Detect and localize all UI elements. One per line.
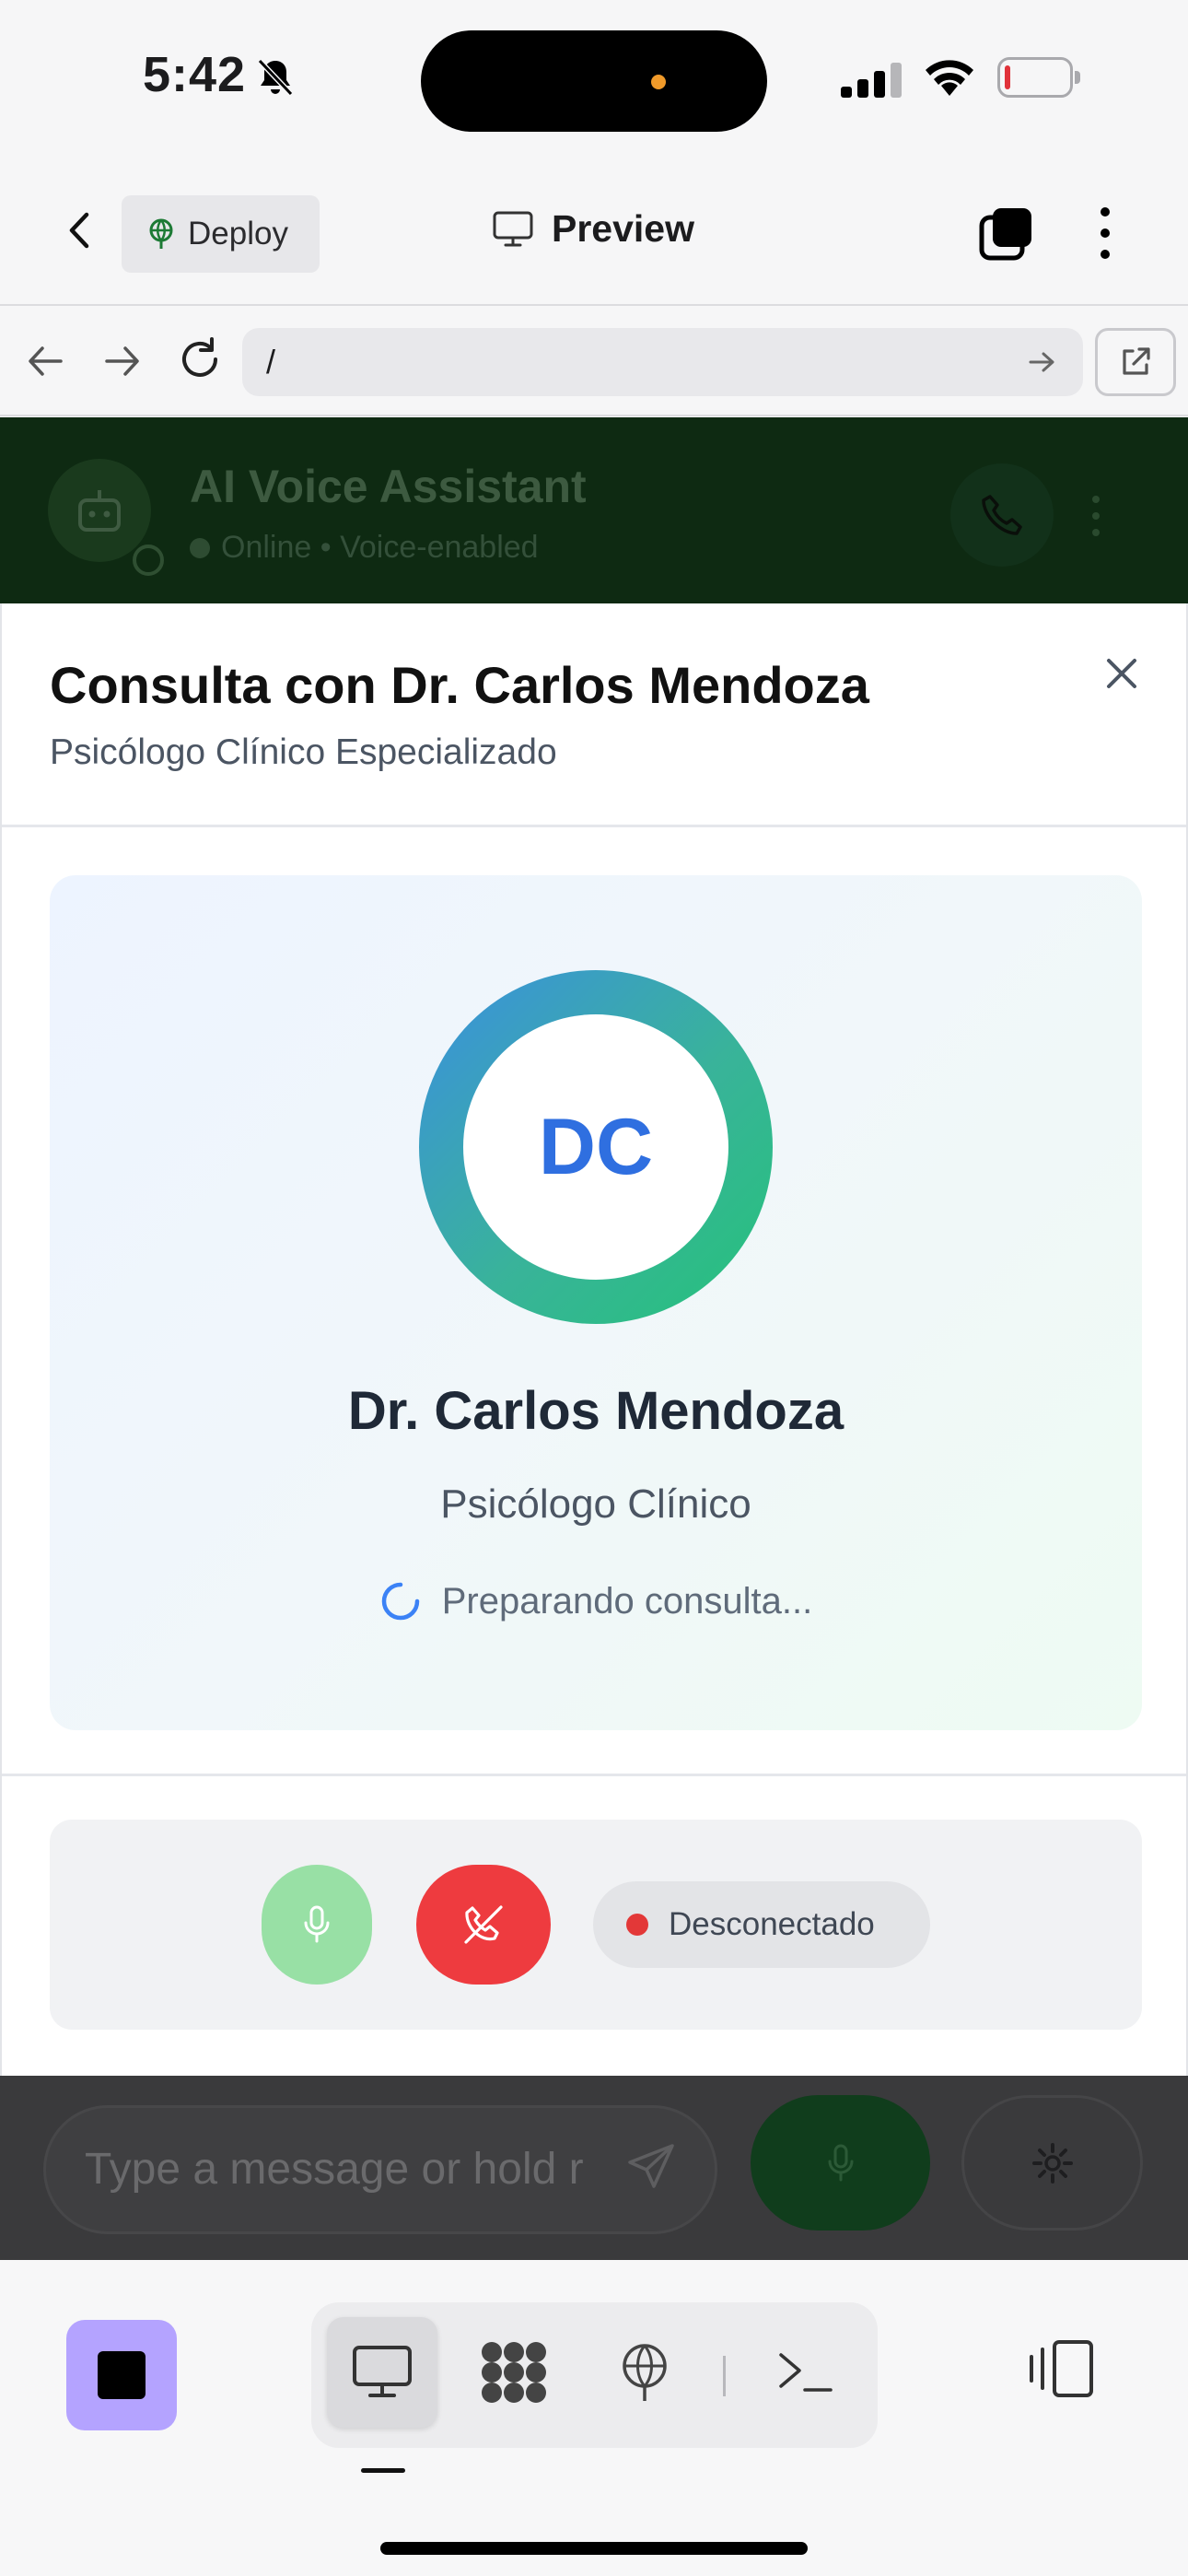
online-dot [190,537,210,558]
end-call-button[interactable] [416,1865,551,1985]
modal-title: Consulta con Dr. Carlos Mendoza [50,656,869,714]
chat-more-icon[interactable] [1087,493,1105,539]
toolbar-divider [723,2356,726,2396]
call-controls: Desconectado [50,1820,1142,2030]
reload-icon[interactable] [177,334,223,385]
phone-icon [982,495,1022,535]
wifi-icon [926,60,973,96]
status-text: Preparando consulta... [441,1580,813,1622]
url-text: / [266,343,276,381]
phone-off-icon [464,1905,503,1944]
preview-title: Preview [493,207,694,251]
modal-subtitle: Psicólogo Clínico Especializado [50,732,557,772]
microphone-icon [828,2144,853,2181]
monitor-icon [353,2346,412,2397]
open-external-button[interactable] [1095,328,1176,396]
dynamic-island [421,30,767,132]
deploy-button[interactable]: Deploy [122,195,320,273]
deploy-globe-icon [149,218,173,249]
message-placeholder: Type a message or hold r [85,2145,584,2194]
browser-url-bar: / [0,308,1188,416]
monitor-icon [493,211,533,246]
browser-forward-icon[interactable] [101,335,142,387]
divider [2,1774,1186,1776]
deploy-label: Deploy [188,216,288,252]
microphone-button[interactable] [262,1865,372,1985]
stop-button[interactable] [66,2320,177,2430]
modal-header: Consulta con Dr. Carlos Mendoza Psicólog… [2,603,1186,827]
battery-low-icon [997,57,1080,98]
connection-status-text: Desconectado [669,1906,875,1942]
message-input[interactable]: Type a message or hold r [43,2105,717,2234]
browser-back-icon[interactable] [26,335,66,387]
integrations-view-button[interactable] [459,2317,569,2428]
cellular-signal-icon [841,63,902,98]
close-icon[interactable] [1100,651,1144,696]
avatar-initials: DC [463,1014,728,1280]
consultation-modal: Consulta con Dr. Carlos Mendoza Psicólog… [0,603,1188,2076]
preview-label: Preview [552,207,694,250]
chat-input-bar: Type a message or hold r [0,2076,1188,2260]
grid-blob-icon [482,2342,546,2403]
more-vertical-icon[interactable] [1087,205,1124,262]
deploy-globe-icon [623,2344,667,2401]
app-header: Deploy Preview [0,157,1188,306]
call-button[interactable] [950,463,1054,567]
microphone-icon [304,1905,330,1943]
presence-ring [133,544,164,576]
chat-status-text: Online • Voice-enabled [221,530,539,565]
home-indicator [380,2542,808,2555]
settings-button[interactable] [961,2095,1143,2231]
view-switcher [311,2302,878,2448]
terminal-view-button[interactable] [751,2317,861,2428]
privacy-indicator [651,75,666,89]
bot-icon [78,490,121,532]
status-bar: 5:42 [0,0,1188,157]
deploy-view-button[interactable] [589,2317,700,2428]
back-chevron-icon[interactable] [57,207,103,253]
chat-header: AI Voice Assistant Online • Voice-enable… [0,417,1188,603]
bell-slash-icon [257,58,294,97]
doctor-name: Dr. Carlos Mendoza [347,1381,844,1441]
stop-icon [98,2351,146,2399]
consultation-status: Preparando consulta... [50,1580,1142,1622]
tabs-icon[interactable] [978,205,1035,262]
send-icon[interactable] [626,2140,678,2192]
preview-view-button[interactable] [327,2317,437,2428]
chat-title: AI Voice Assistant [190,461,587,512]
avatar: DC [419,970,773,1324]
split-view-icon[interactable] [1027,2338,1099,2399]
url-go-arrow-icon[interactable] [1026,346,1057,378]
doctor-card: DC Dr. Carlos Mendoza Psicólogo Clínico … [50,875,1142,1730]
gear-icon [1031,2142,1073,2184]
active-tab-indicator [361,2468,405,2473]
loading-spinner-icon [381,1582,419,1621]
status-time: 5:42 [143,47,247,102]
doctor-role: Psicólogo Clínico [440,1481,751,1527]
external-link-icon [1123,347,1150,375]
connection-dot [626,1914,648,1936]
chat-subtitle: Online • Voice-enabled [190,530,539,566]
url-input[interactable]: / [242,328,1083,396]
voice-record-button[interactable] [751,2095,930,2231]
bot-avatar [48,459,151,562]
terminal-icon [779,2353,833,2392]
bottom-toolbar [0,2260,1188,2576]
connection-status-badge: Desconectado [593,1881,930,1968]
